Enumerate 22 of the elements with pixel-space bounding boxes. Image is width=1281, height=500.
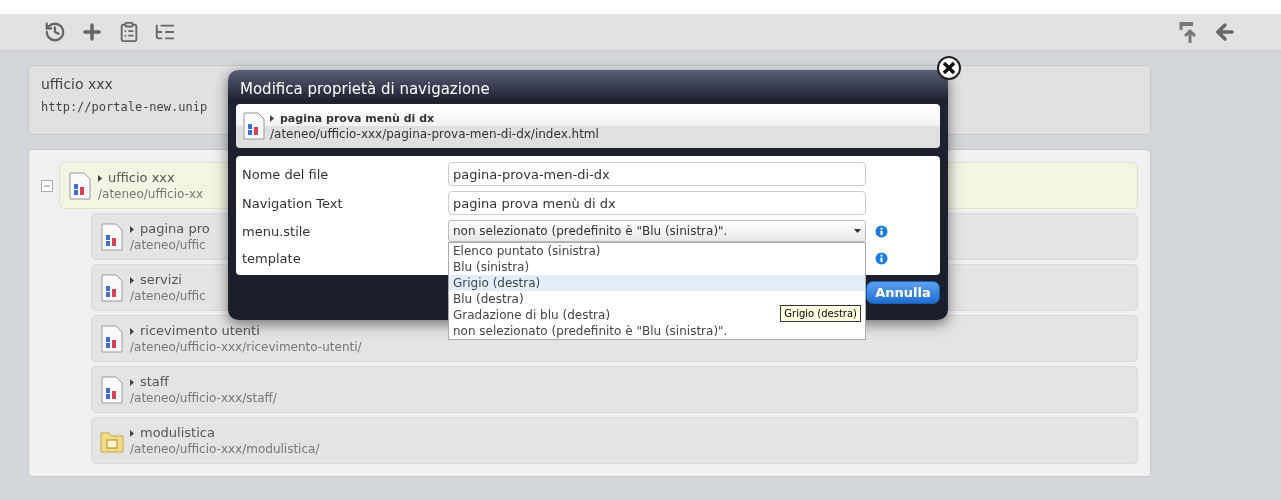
- item-path: /ateneo/ufficio-xxx/staff/: [130, 391, 277, 405]
- site-title: ufficio xxx: [41, 76, 113, 92]
- field-label: menu.stile: [242, 223, 312, 239]
- item-path: /ateneo/ufficio-xxx/modulistica/: [130, 442, 320, 456]
- field-label: Nome del file: [242, 166, 330, 182]
- dialog-title: Modifica proprietà di navigazione: [239, 79, 491, 100]
- site-url: http://portale-new.unip: [41, 100, 208, 114]
- item-title: modulistica: [130, 425, 215, 440]
- item-title: pagina prova menù di dx: [270, 111, 435, 125]
- item-path: /ateneo/uffic: [130, 238, 206, 252]
- item-path: /ateneo/ufficio-xxx/pagina-prova-men-di-dx/index.html: [270, 126, 599, 141]
- field-label: Navigation Text: [242, 195, 344, 211]
- item-path: /ateneo/ufficio-xx: [98, 187, 204, 201]
- item-title: servizi: [130, 272, 182, 287]
- item-title: pagina pro: [130, 221, 210, 236]
- item-path: /ateneo/uffic: [130, 289, 206, 303]
- item-path: /ateneo/ufficio-xxx/ricevimento-utenti/: [130, 340, 362, 354]
- item-title: staff: [130, 374, 169, 389]
- item-title: ufficio xxx: [98, 170, 175, 185]
- field-label: template: [242, 250, 302, 266]
- item-title: ricevimento utenti: [130, 323, 260, 338]
- tooltip: Grigio (destra): [780, 305, 861, 322]
